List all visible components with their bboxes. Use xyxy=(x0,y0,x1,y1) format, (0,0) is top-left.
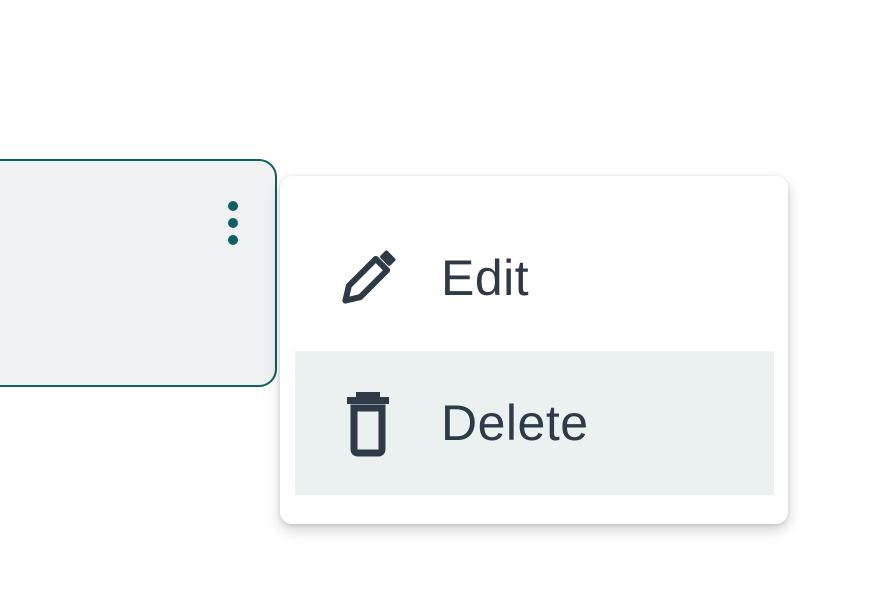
pencil-icon xyxy=(333,243,403,313)
menu-item-edit-label: Edit xyxy=(441,250,530,306)
menu-item-delete-label: Delete xyxy=(441,395,589,451)
more-options-button[interactable] xyxy=(218,196,248,250)
menu-item-delete[interactable]: Delete xyxy=(295,351,774,495)
more-vertical-icon xyxy=(228,201,238,245)
item-card[interactable] xyxy=(0,159,277,387)
page: Edit Delete xyxy=(0,0,896,616)
context-menu: Edit Delete xyxy=(280,176,788,524)
menu-item-edit[interactable]: Edit xyxy=(295,206,774,350)
trash-icon xyxy=(333,388,403,458)
